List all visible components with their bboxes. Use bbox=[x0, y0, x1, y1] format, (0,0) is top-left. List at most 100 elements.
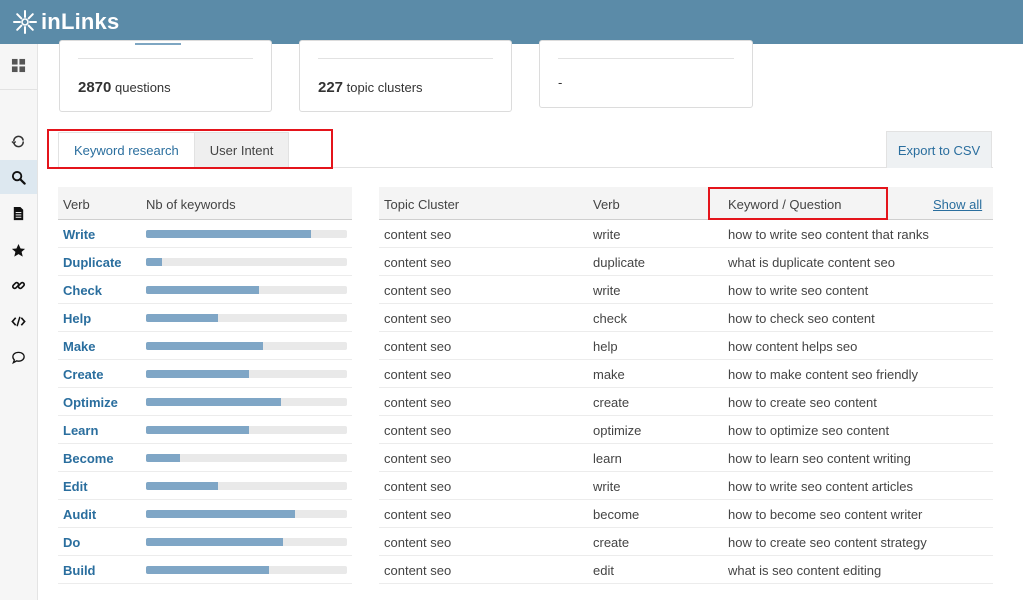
verb-link[interactable]: Help bbox=[63, 311, 91, 326]
cell-topic-cluster: content seo bbox=[384, 367, 452, 382]
table-row[interactable]: content seo become how to become seo conte… bbox=[379, 500, 993, 528]
keyword-count-bar-fill bbox=[146, 342, 263, 350]
table-row[interactable]: content seo duplicate what is duplicate co… bbox=[379, 248, 993, 276]
verb-table-header: Verb Nb of keywords bbox=[58, 187, 352, 220]
cell-topic-cluster: content seo bbox=[384, 507, 452, 522]
keyword-table-body: content seo write how to write seo content… bbox=[379, 220, 993, 584]
keyword-count-bar bbox=[146, 454, 347, 462]
verb-link[interactable]: Do bbox=[63, 535, 80, 550]
dashboard-grid-icon bbox=[11, 58, 26, 72]
column-header-topic-cluster[interactable]: Topic Cluster bbox=[384, 197, 459, 212]
table-row[interactable]: content seo learn how to learn seo content… bbox=[379, 444, 993, 472]
verb-row: Become bbox=[58, 444, 352, 472]
brand-logo[interactable]: inLinks bbox=[12, 9, 119, 35]
sidebar-item-refresh[interactable] bbox=[0, 124, 37, 158]
tab-keyword-research[interactable]: Keyword research bbox=[58, 132, 195, 168]
sunburst-logo-icon bbox=[13, 10, 37, 34]
table-row[interactable]: content seo make how to make content seo f… bbox=[379, 360, 993, 388]
table-row[interactable]: content seo check how to check seo content bbox=[379, 304, 993, 332]
keyword-count-bar bbox=[146, 482, 347, 490]
cell-keyword: how to write seo content articles bbox=[728, 479, 913, 494]
keyword-count-bar bbox=[146, 314, 347, 322]
sidebar-item-favorites[interactable] bbox=[0, 233, 37, 267]
column-header-verb[interactable]: Verb bbox=[63, 197, 90, 212]
cell-verb: write bbox=[593, 283, 621, 298]
sidebar-item-documents[interactable] bbox=[0, 196, 37, 230]
document-icon bbox=[13, 206, 24, 220]
table-row[interactable]: content seo create how to create seo conte… bbox=[379, 528, 993, 556]
table-row[interactable]: content seo help how content helps seo bbox=[379, 332, 993, 360]
verb-link[interactable]: Learn bbox=[63, 423, 98, 438]
verb-row: Optimize bbox=[58, 388, 352, 416]
column-header-keyword-question[interactable]: Keyword / Question bbox=[728, 197, 841, 212]
search-icon bbox=[11, 170, 26, 185]
table-row[interactable]: content seo write how to write seo content… bbox=[379, 220, 993, 248]
tab-baseline bbox=[58, 167, 993, 168]
verb-link[interactable]: Check bbox=[63, 283, 102, 298]
cell-topic-cluster: content seo bbox=[384, 283, 452, 298]
table-row[interactable]: content seo write how to write seo content bbox=[379, 276, 993, 304]
cell-keyword: what is duplicate content seo bbox=[728, 255, 895, 270]
stat-third-value: - bbox=[558, 75, 563, 90]
show-all-link[interactable]: Show all bbox=[933, 197, 982, 212]
verb-row: Help bbox=[58, 304, 352, 332]
link-icon bbox=[11, 281, 26, 289]
verb-link[interactable]: Duplicate bbox=[63, 255, 122, 270]
cell-keyword: what is seo content editing bbox=[728, 563, 882, 578]
keyword-count-bar bbox=[146, 286, 347, 294]
table-row[interactable]: content seo write how to write seo content… bbox=[379, 472, 993, 500]
column-header-verb[interactable]: Verb bbox=[593, 197, 620, 212]
verb-link[interactable]: Edit bbox=[63, 479, 88, 494]
cell-keyword: how content helps seo bbox=[728, 339, 858, 354]
verb-table-body: Write Duplicate Check Help Make Create Optimiz… bbox=[58, 220, 352, 584]
cell-verb: check bbox=[593, 311, 627, 326]
cell-keyword: how to write seo content bbox=[728, 283, 869, 298]
sidebar-item-links[interactable] bbox=[0, 268, 37, 302]
verb-link[interactable]: Optimize bbox=[63, 395, 118, 410]
stat-questions: 2870 questions bbox=[78, 79, 171, 96]
verb-link[interactable]: Make bbox=[63, 339, 96, 354]
cell-keyword: how to optimize seo content bbox=[728, 423, 890, 438]
keyword-count-bar-fill bbox=[146, 230, 311, 238]
export-csv-button[interactable]: Export to CSV bbox=[886, 131, 992, 168]
keyword-count-bar-fill bbox=[146, 454, 181, 462]
sidebar-item-dashboard[interactable] bbox=[0, 48, 37, 82]
sidebar bbox=[0, 44, 38, 600]
verb-link[interactable]: Create bbox=[63, 367, 103, 382]
cell-keyword: how to create seo content strategy bbox=[728, 535, 927, 550]
cell-verb: edit bbox=[593, 563, 614, 578]
sidebar-item-code[interactable] bbox=[0, 304, 37, 338]
brand-name: inLinks bbox=[41, 9, 120, 34]
keyword-count-bar-fill bbox=[146, 258, 163, 266]
verb-row: Do bbox=[58, 528, 352, 556]
verb-link[interactable]: Write bbox=[63, 227, 95, 242]
keyword-count-bar-fill bbox=[146, 510, 295, 518]
verb-row: Learn bbox=[58, 416, 352, 444]
keyword-count-bar-fill bbox=[146, 398, 281, 406]
cell-topic-cluster: content seo bbox=[384, 227, 452, 242]
cell-verb: write bbox=[593, 479, 621, 494]
cell-topic-cluster: content seo bbox=[384, 535, 452, 550]
card-accent bbox=[135, 43, 181, 45]
table-row[interactable]: content seo optimize how to optimize seo c… bbox=[379, 416, 993, 444]
table-row[interactable]: content seo create how to create seo conte… bbox=[379, 388, 993, 416]
keyword-count-bar-fill bbox=[146, 286, 259, 294]
keyword-count-bar bbox=[146, 398, 347, 406]
sidebar-item-chat[interactable] bbox=[0, 340, 37, 374]
cell-verb: become bbox=[593, 507, 640, 522]
keyword-count-bar bbox=[146, 538, 347, 546]
column-header-nb-keywords[interactable]: Nb of keywords bbox=[146, 197, 236, 212]
table-row[interactable]: content seo edit what is seo content editi… bbox=[379, 556, 993, 584]
verb-link[interactable]: Become bbox=[63, 451, 114, 466]
card-divider bbox=[318, 58, 493, 59]
verb-row: Edit bbox=[58, 472, 352, 500]
refresh-icon bbox=[11, 135, 24, 147]
keyword-table-header: Topic Cluster Verb Keyword / Question Sh… bbox=[379, 187, 993, 220]
verb-link[interactable]: Build bbox=[63, 563, 96, 578]
cell-topic-cluster: content seo bbox=[384, 311, 452, 326]
cell-verb: write bbox=[593, 227, 621, 242]
verb-link[interactable]: Audit bbox=[63, 507, 96, 522]
tab-user-intent[interactable]: User Intent bbox=[194, 132, 290, 168]
sidebar-item-search[interactable] bbox=[0, 160, 37, 194]
keyword-count-bar bbox=[146, 566, 347, 574]
